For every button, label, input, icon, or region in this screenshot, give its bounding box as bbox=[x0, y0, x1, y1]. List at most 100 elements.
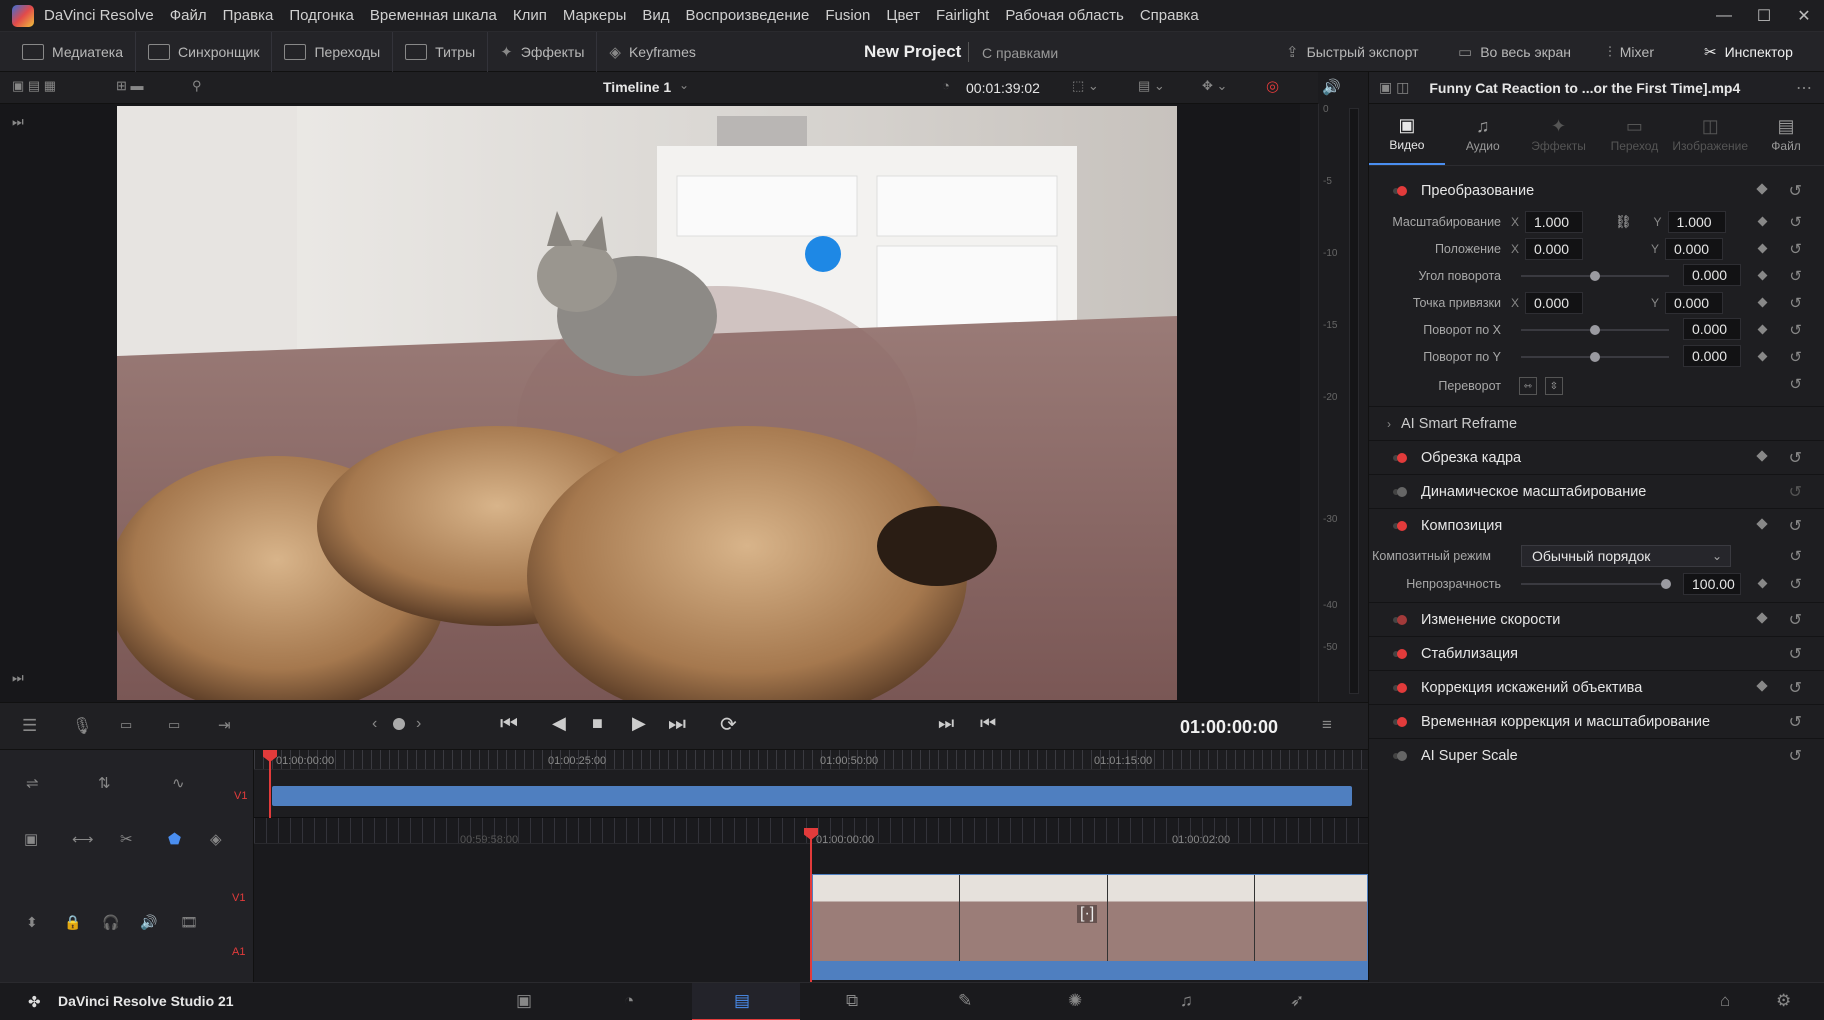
reset-icon[interactable]: ↺ bbox=[1789, 448, 1802, 468]
keyframe-icon[interactable] bbox=[1757, 297, 1768, 308]
tab-transition[interactable]: ▭ Переход bbox=[1596, 104, 1672, 165]
media-page-icon[interactable]: ▣ bbox=[516, 991, 532, 1011]
media-pool-button[interactable]: Медиатека bbox=[0, 31, 137, 72]
minimize-icon[interactable]: — bbox=[1704, 0, 1744, 32]
menu-fusion[interactable]: Fusion bbox=[825, 7, 870, 24]
yaw-slider[interactable] bbox=[1521, 352, 1669, 362]
reset-icon[interactable]: ↺ bbox=[1789, 240, 1802, 258]
composite-header[interactable]: Композиция ↺ bbox=[1369, 508, 1824, 542]
slider-knob[interactable] bbox=[1590, 352, 1600, 362]
slider-knob[interactable] bbox=[1590, 271, 1600, 281]
retime-header[interactable]: Временная коррекция и масштабирование ↺ bbox=[1369, 704, 1824, 738]
opacity-field[interactable]: 100.00 bbox=[1683, 573, 1741, 595]
fullscreen-button[interactable]: ▭ Во весь экран bbox=[1458, 32, 1571, 72]
color-picker-icon[interactable]: ◎ bbox=[1266, 77, 1279, 95]
reset-icon[interactable]: ↺ bbox=[1789, 267, 1802, 285]
reset-icon[interactable]: ↺ bbox=[1789, 610, 1802, 630]
reset-icon[interactable]: ↺ bbox=[1789, 712, 1802, 732]
menu-mark[interactable]: Маркеры bbox=[563, 7, 627, 24]
razor-icon[interactable]: ✂ bbox=[120, 830, 133, 848]
tab-audio[interactable]: ♫ Аудио bbox=[1445, 104, 1521, 165]
retime-enable-icon[interactable] bbox=[1397, 716, 1407, 727]
more-options-icon[interactable]: ⋯ bbox=[1796, 78, 1812, 98]
maximize-icon[interactable]: ☐ bbox=[1744, 0, 1784, 32]
reset-icon[interactable]: ↺ bbox=[1789, 375, 1802, 393]
audio-wave-icon[interactable]: ∿ bbox=[172, 774, 185, 792]
menu-clip[interactable]: Клип bbox=[513, 7, 547, 24]
composite-mode-select[interactable]: Обычный порядок ⌄ bbox=[1521, 545, 1731, 567]
play-icon[interactable]: ▶ bbox=[632, 713, 646, 734]
keyframe-icon[interactable] bbox=[1757, 243, 1768, 254]
scale-y-field[interactable]: 1.000 bbox=[1667, 210, 1726, 233]
auto-select-icon[interactable]: ⬍ bbox=[26, 914, 38, 931]
film-icon[interactable]: 🎞 bbox=[180, 914, 198, 931]
menu-help[interactable]: Справка bbox=[1140, 7, 1199, 24]
pitch-field[interactable]: 0.000 bbox=[1683, 318, 1741, 340]
viewer-scroll[interactable] bbox=[1300, 104, 1318, 702]
layout-icon[interactable]: ▣ ▤ ▦ bbox=[12, 78, 56, 94]
titles-button[interactable]: Титры bbox=[393, 31, 489, 72]
track-view-icon[interactable]: ⇌ bbox=[26, 774, 39, 792]
pin-icon[interactable]: ⚲ bbox=[192, 78, 202, 94]
keyframe-icon[interactable] bbox=[1756, 612, 1768, 624]
voiceover-icon[interactable]: 🎙 bbox=[72, 716, 92, 736]
dynamic-zoom-header[interactable]: Динамическое масштабирование ↺ bbox=[1369, 474, 1824, 508]
zoom-fit-icon[interactable]: ⬚ ⌄ bbox=[1072, 78, 1099, 94]
inspector-layout-icon[interactable]: ▣ ◫ bbox=[1379, 79, 1409, 96]
menu-color[interactable]: Цвет bbox=[886, 7, 920, 24]
loop-icon[interactable]: ⟳ bbox=[720, 712, 737, 737]
keyframe-icon[interactable] bbox=[1756, 450, 1768, 462]
upper-ruler[interactable] bbox=[254, 750, 1368, 770]
reset-icon[interactable]: ↺ bbox=[1789, 348, 1802, 366]
scale-x-field[interactable]: 1.000 bbox=[1525, 210, 1583, 233]
speed-change-header[interactable]: Изменение скорости ↺ bbox=[1369, 602, 1824, 636]
reset-icon[interactable]: ↺ bbox=[1789, 746, 1802, 766]
play-reverse-icon[interactable]: ◀ bbox=[552, 713, 566, 734]
marker-dot-icon[interactable] bbox=[393, 718, 405, 730]
menu-trim[interactable]: Подгонка bbox=[289, 7, 354, 24]
menu-timeline[interactable]: Временная шкала bbox=[370, 7, 497, 24]
link-icon[interactable]: ⛓ bbox=[1615, 214, 1632, 230]
skip-start-icon[interactable]: ⏭ bbox=[12, 114, 24, 130]
sync-bin-button[interactable]: Синхронщик bbox=[136, 31, 273, 72]
prev-marker-icon[interactable]: ‹ bbox=[372, 715, 377, 733]
menu-app[interactable]: DaVinci Resolve bbox=[44, 7, 154, 24]
timeline-name[interactable]: Timeline 1 bbox=[603, 79, 671, 95]
replace-icon[interactable]: ⇥ bbox=[218, 716, 231, 734]
dynamic-zoom-enable-icon[interactable] bbox=[1397, 486, 1407, 497]
timeline-options-icon[interactable]: ☰ bbox=[22, 716, 37, 736]
deliver-page-icon[interactable]: ➶ bbox=[1290, 991, 1304, 1011]
insert-icon[interactable]: ▭ bbox=[120, 717, 132, 733]
reset-icon[interactable]: ↺ bbox=[1789, 547, 1802, 565]
slider-knob[interactable] bbox=[1661, 579, 1671, 589]
chevron-right-icon[interactable]: › bbox=[1387, 417, 1391, 431]
pitch-slider[interactable] bbox=[1521, 325, 1669, 335]
fusion-page-icon[interactable]: ⧉ bbox=[846, 991, 858, 1011]
keyframe-icon[interactable] bbox=[1756, 518, 1768, 530]
safe-area-icon[interactable]: ▤ ⌄ bbox=[1138, 78, 1165, 94]
upper-playhead[interactable] bbox=[269, 760, 271, 818]
super-scale-enable-icon[interactable] bbox=[1397, 750, 1407, 761]
timeline-dropdown-icon[interactable]: ⌄ bbox=[679, 78, 689, 92]
marker-icon[interactable]: ◈ bbox=[210, 830, 222, 848]
cut-page-icon[interactable]: ◔ bbox=[624, 991, 634, 1011]
mark-out-icon[interactable]: ⏮ bbox=[980, 713, 996, 734]
keyframe-icon[interactable] bbox=[1757, 324, 1768, 335]
video-clip[interactable]: [·] bbox=[812, 874, 1368, 962]
lens-enable-icon[interactable] bbox=[1397, 682, 1407, 693]
menu-workspace[interactable]: Рабочая область bbox=[1005, 7, 1123, 24]
super-scale-header[interactable]: AI Super Scale ↺ bbox=[1369, 738, 1824, 772]
settings-gear-icon[interactable]: ⚙ bbox=[1776, 991, 1791, 1011]
snap-icon[interactable]: ▣ bbox=[24, 830, 38, 848]
speaker-icon[interactable]: 🔊 bbox=[140, 914, 157, 931]
reset-icon[interactable]: ↺ bbox=[1789, 482, 1802, 502]
go-to-start-icon[interactable]: ⏮ bbox=[500, 713, 518, 736]
audio-clip[interactable] bbox=[812, 962, 1368, 980]
rotation-field[interactable]: 0.000 bbox=[1683, 264, 1741, 286]
go-to-end-icon[interactable]: ⏭ bbox=[668, 713, 686, 736]
slider-knob[interactable] bbox=[1590, 325, 1600, 335]
anchor-x-field[interactable]: 0.000 bbox=[1525, 291, 1583, 314]
stop-icon[interactable]: ■ bbox=[592, 713, 603, 734]
trim-icon[interactable]: ⟷ bbox=[72, 830, 94, 848]
tab-effects[interactable]: ✦ Эффекты bbox=[1521, 104, 1597, 165]
